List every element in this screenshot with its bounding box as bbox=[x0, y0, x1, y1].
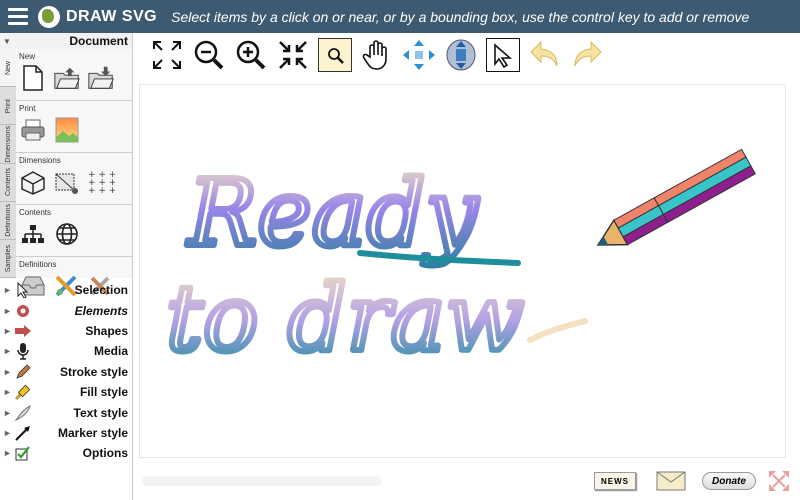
undo-icon[interactable] bbox=[528, 38, 562, 72]
expand-arrow-icon: ► bbox=[3, 285, 12, 296]
expand-arrow-icon: ► bbox=[3, 346, 12, 357]
menu-fill-style[interactable]: ► Fill style bbox=[0, 382, 132, 402]
menu-hamburger-icon[interactable] bbox=[8, 8, 28, 25]
printer-icon[interactable] bbox=[19, 116, 47, 144]
instructions-text: Select items by a click on or near, or b… bbox=[171, 8, 750, 25]
section-label: Dimensions bbox=[19, 156, 61, 165]
microphone-icon bbox=[13, 342, 33, 361]
zoom-in-icon[interactable] bbox=[234, 38, 268, 72]
grid-dots-icon[interactable]: + + + ++ + + ++ + + + bbox=[87, 168, 115, 196]
section-dimensions: Dimensions + + + ++ + + ++ + + + bbox=[16, 156, 132, 205]
save-folder-icon[interactable] bbox=[87, 64, 115, 92]
menu-text-style[interactable]: ► Text style bbox=[0, 402, 132, 422]
document-panel-header[interactable]: ▼ Document bbox=[0, 33, 132, 49]
sidebar: ▼ Document New Print Dimensions Contents… bbox=[0, 33, 133, 500]
drawing-canvas[interactable]: Ready to draw bbox=[139, 84, 786, 458]
checkmark-icon bbox=[13, 444, 33, 462]
select-pointer-icon[interactable] bbox=[486, 38, 520, 72]
expand-arrow-icon: ► bbox=[3, 427, 12, 438]
vtab-new[interactable]: New bbox=[0, 49, 16, 88]
vtab-samples[interactable]: Samples bbox=[0, 240, 16, 279]
cursor-icon bbox=[13, 281, 33, 299]
pen-icon bbox=[13, 363, 33, 381]
menu-stroke-style[interactable]: ► Stroke style bbox=[0, 362, 132, 382]
section-contents: Contents bbox=[16, 208, 132, 257]
expand-arrow-icon: ► bbox=[3, 305, 12, 316]
expand-arrow-icon: ► bbox=[3, 366, 12, 377]
to-draw-text: to draw bbox=[166, 265, 524, 372]
brush-icon bbox=[13, 383, 33, 401]
bottom-bar: NEWS Donate bbox=[132, 462, 800, 500]
pencil-icon bbox=[596, 148, 756, 246]
vertical-tabs: New Print Dimensions Contents Definition… bbox=[0, 49, 16, 279]
title-bar: DRAW SVG Select items by a click on or n… bbox=[0, 0, 800, 33]
section-label: Contents bbox=[19, 208, 52, 217]
menu-options[interactable]: ► Options bbox=[0, 443, 132, 463]
document-sections: New Print Dimensions + + + + + + + + + C… bbox=[16, 49, 132, 297]
document-panel-title: Document bbox=[69, 34, 128, 48]
hierarchy-icon[interactable] bbox=[19, 220, 47, 248]
svg-text:+ + + +: + + + + bbox=[88, 186, 115, 195]
scroll-icon[interactable] bbox=[444, 38, 478, 72]
expand-arrow-icon: ► bbox=[3, 325, 12, 336]
vtab-print[interactable]: Print bbox=[0, 87, 16, 126]
resize-box-icon[interactable] bbox=[53, 168, 81, 196]
ready-text: Ready bbox=[186, 160, 478, 267]
shapes-arrow-icon bbox=[13, 322, 33, 340]
collapse-triangle-icon[interactable]: ▼ bbox=[3, 37, 11, 46]
fullscreen-icon[interactable] bbox=[768, 470, 790, 492]
vtab-dimensions[interactable]: Dimensions bbox=[0, 125, 16, 164]
section-label: Print bbox=[19, 104, 36, 113]
section-new: New bbox=[16, 52, 132, 101]
vtab-contents[interactable]: Contents bbox=[0, 164, 16, 202]
status-bar bbox=[142, 476, 382, 486]
envelope-icon[interactable] bbox=[656, 471, 686, 491]
menu-shapes[interactable]: ► Shapes bbox=[0, 321, 132, 341]
expand-arrow-icon: ► bbox=[3, 448, 12, 459]
open-folder-icon[interactable] bbox=[53, 64, 81, 92]
section-label: New bbox=[19, 52, 36, 61]
app-title: DRAW SVG bbox=[66, 7, 158, 25]
app-logo-icon bbox=[38, 5, 60, 28]
quill-icon bbox=[13, 404, 33, 422]
globe-icon[interactable] bbox=[53, 220, 81, 248]
zoom-area-icon[interactable] bbox=[318, 38, 352, 72]
menu-marker-style[interactable]: ► Marker style bbox=[0, 423, 132, 443]
fit-view-icon[interactable] bbox=[150, 38, 184, 72]
zoom-out-icon[interactable] bbox=[192, 38, 226, 72]
section-label: Definitions bbox=[19, 260, 57, 269]
canvas-drawing: Ready to draw bbox=[163, 148, 756, 375]
pan-hand-icon[interactable] bbox=[360, 38, 394, 72]
section-print: Print bbox=[16, 104, 132, 153]
redo-icon[interactable] bbox=[570, 38, 604, 72]
gear-elements-icon bbox=[13, 302, 33, 320]
vtab-definitions[interactable]: Definitions bbox=[0, 202, 16, 240]
menu-media[interactable]: ► Media bbox=[0, 341, 132, 361]
box-dimensions-icon[interactable] bbox=[19, 168, 47, 196]
main-toolbar bbox=[150, 38, 604, 72]
expand-arrow-icon: ► bbox=[3, 407, 12, 418]
marker-arrow-icon bbox=[13, 424, 33, 442]
news-button[interactable]: NEWS bbox=[594, 472, 636, 490]
document-panel: New Print Dimensions Contents Definition… bbox=[0, 49, 132, 297]
move-arrows-icon[interactable] bbox=[402, 38, 436, 72]
new-document-icon[interactable] bbox=[19, 64, 47, 92]
export-image-icon[interactable] bbox=[53, 116, 81, 144]
expand-arrow-icon: ► bbox=[3, 387, 12, 398]
collapse-icon[interactable] bbox=[276, 38, 310, 72]
donate-button[interactable]: Donate bbox=[702, 472, 756, 490]
